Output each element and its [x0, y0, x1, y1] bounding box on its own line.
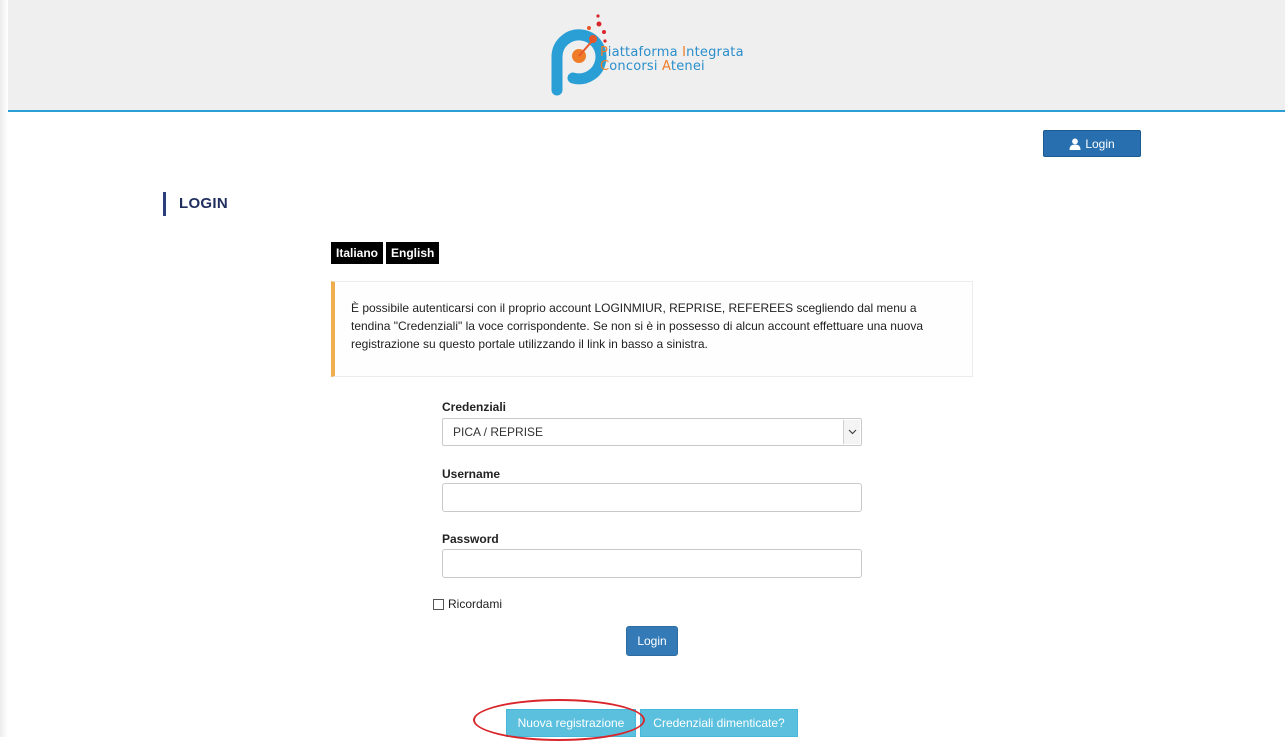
logo-word: tenei — [670, 59, 705, 74]
chevron-down-icon[interactable] — [843, 420, 860, 444]
credentials-select-value: PICA / REPRISE — [453, 425, 544, 439]
logo-letter: A — [662, 59, 671, 74]
logo-word: iattaforma — [607, 45, 683, 60]
login-button[interactable]: Login — [626, 626, 678, 656]
new-registration-button[interactable]: Nuova registrazione — [506, 709, 636, 737]
page-title: LOGIN — [163, 192, 228, 216]
logo-letter: C — [600, 59, 610, 74]
logo-text: Piattaforma Integrata Concorsi Atenei — [600, 46, 744, 74]
user-icon — [1069, 138, 1081, 150]
logo-line-2: Concorsi Atenei — [600, 60, 744, 74]
header: Piattaforma Integrata Concorsi Atenei — [8, 0, 1285, 112]
credentials-select[interactable]: PICA / REPRISE — [442, 418, 862, 446]
username-label: Username — [442, 467, 501, 481]
password-label: Password — [442, 532, 499, 546]
logo-line-1: Piattaforma Integrata — [600, 46, 744, 60]
top-login-label: Login — [1085, 136, 1115, 151]
remember-label: Ricordami — [448, 597, 503, 611]
remember-checkbox[interactable] — [433, 598, 444, 610]
logo-letter: P — [600, 45, 608, 60]
remember-me[interactable]: Ricordami — [433, 597, 502, 611]
password-input[interactable] — [442, 549, 862, 578]
top-login-button[interactable]: Login — [1043, 130, 1141, 157]
info-alert-text: È possibile autenticarsi con il proprio … — [351, 301, 923, 351]
logo-word: oncorsi — [609, 59, 663, 74]
page-shadow — [0, 0, 8, 737]
forgot-credentials-button[interactable]: Credenziali dimenticate? — [640, 709, 798, 737]
language-tabs: Italiano English — [331, 242, 440, 264]
logo-mark-icon — [551, 14, 607, 96]
language-tab-english[interactable]: English — [386, 242, 440, 264]
language-tab-italiano[interactable]: Italiano — [331, 242, 384, 264]
username-input[interactable] — [442, 483, 862, 512]
logo-word: ntegrata — [686, 45, 744, 60]
credentials-label: Credenziali — [442, 400, 507, 414]
logo[interactable]: Piattaforma Integrata Concorsi Atenei — [543, 12, 803, 96]
info-alert: È possibile autenticarsi con il proprio … — [331, 281, 973, 377]
